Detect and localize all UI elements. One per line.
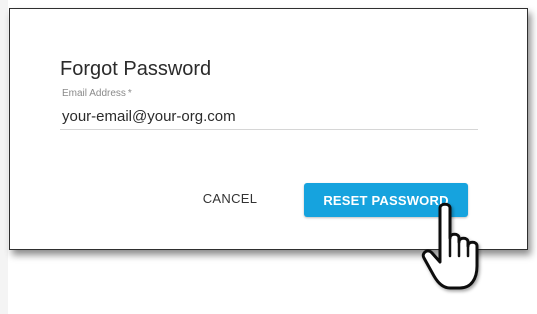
email-label-text: Email Address xyxy=(62,88,126,99)
hand-pointer-icon xyxy=(421,202,479,290)
email-field[interactable] xyxy=(60,104,478,130)
dialog-title: Forgot Password xyxy=(60,58,212,80)
required-marker: * xyxy=(127,88,132,99)
cancel-button[interactable]: CANCEL xyxy=(190,185,270,211)
email-field-label: Email Address * xyxy=(62,88,132,99)
backdrop xyxy=(0,0,8,314)
